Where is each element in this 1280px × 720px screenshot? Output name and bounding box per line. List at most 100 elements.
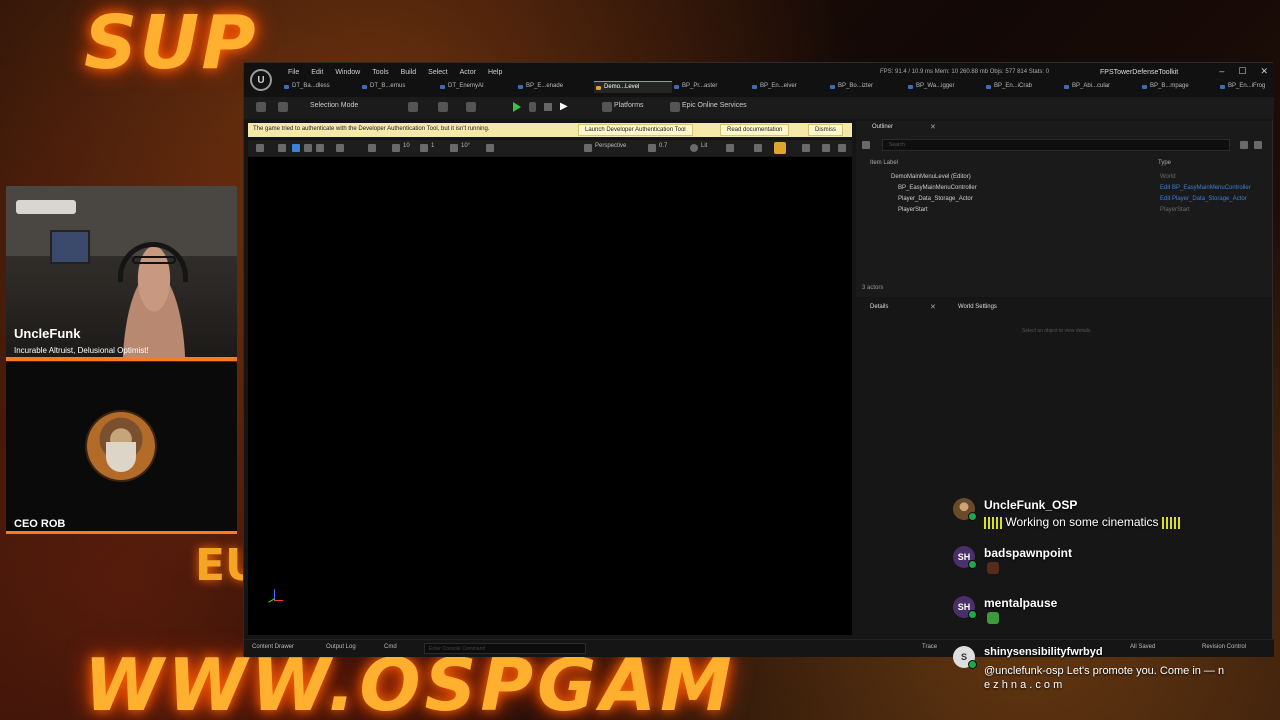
- tab-asset-active[interactable]: Demo...Level: [594, 81, 672, 93]
- minimize-button[interactable]: –: [1219, 66, 1224, 77]
- tab-asset[interactable]: BP_B...mpage: [1140, 81, 1218, 93]
- tab-asset[interactable]: BP_Wa...igger: [906, 81, 984, 93]
- menu-actor[interactable]: Actor: [454, 68, 482, 78]
- settings-gear-icon[interactable]: [802, 144, 810, 152]
- realtime-icon[interactable]: [754, 144, 762, 152]
- viewport-layout-icon[interactable]: [822, 144, 830, 152]
- rotation-snap-icon[interactable]: [420, 144, 428, 152]
- details-close-icon[interactable]: ✕: [930, 303, 936, 311]
- grid-snap-value[interactable]: 10: [403, 143, 410, 149]
- save-icon[interactable]: [256, 102, 266, 112]
- column-item-label[interactable]: Item Label: [870, 160, 898, 166]
- tab-asset[interactable]: BP_En...eiver: [750, 81, 828, 93]
- tab-asset[interactable]: BP_En...iFrog: [1218, 81, 1278, 93]
- menu-select[interactable]: Select: [422, 68, 453, 78]
- tab-asset[interactable]: BP_Bo...izter: [828, 81, 906, 93]
- highlighted-toggle-icon[interactable]: [774, 142, 786, 154]
- move-tool-icon[interactable]: [292, 144, 300, 152]
- tab-asset[interactable]: BP_Pr...aster: [672, 81, 750, 93]
- scale-tool-icon[interactable]: [316, 144, 324, 152]
- level-viewport[interactable]: [248, 157, 852, 635]
- add-filter-icon[interactable]: [1240, 141, 1248, 149]
- menu-bar: File Edit Window Tools Build Select Acto…: [282, 68, 508, 78]
- perspective-dropdown[interactable]: Perspective: [595, 143, 626, 149]
- online-services-icon[interactable]: [670, 102, 680, 112]
- revision-control-button[interactable]: Revision Control: [1202, 644, 1246, 650]
- world-space-icon[interactable]: [336, 144, 344, 152]
- content-drawer-button[interactable]: Content Drawer: [252, 644, 294, 650]
- maximize-button[interactable]: ☐: [1238, 66, 1246, 77]
- launch-auth-tool-button[interactable]: Launch Developer Authentication Tool: [578, 124, 693, 136]
- tab-asset[interactable]: DT_EnemyAI: [438, 81, 516, 93]
- trace-button[interactable]: Trace: [922, 644, 937, 650]
- menu-file[interactable]: File: [282, 68, 305, 78]
- tab-asset[interactable]: BP_Abi...cular: [1062, 81, 1140, 93]
- menu-edit[interactable]: Edit: [305, 68, 329, 78]
- online-services-dropdown[interactable]: Epic Online Services: [682, 102, 747, 109]
- emote-icon: [1161, 516, 1180, 529]
- grid-snap-icon[interactable]: [392, 144, 400, 152]
- details-tab[interactable]: Details: [870, 304, 888, 310]
- axis-gizmo-icon: [268, 589, 283, 603]
- tab-asset[interactable]: BP_En...iCrab: [984, 81, 1062, 93]
- dismiss-button[interactable]: Dismiss: [808, 124, 843, 136]
- scale-snap-icon[interactable]: [450, 144, 458, 152]
- all-saved-indicator[interactable]: All Saved: [1130, 644, 1155, 650]
- blueprint-icon[interactable]: [438, 102, 448, 112]
- rotation-snap-value[interactable]: 1: [431, 143, 434, 149]
- close-button[interactable]: ✕: [1260, 66, 1268, 77]
- show-flags-icon[interactable]: [726, 144, 734, 152]
- cinematics-icon[interactable]: [466, 102, 476, 112]
- platforms-icon[interactable]: [602, 102, 612, 112]
- outliner-close-icon[interactable]: ✕: [930, 123, 936, 131]
- selection-mode-dropdown[interactable]: Selection Mode: [310, 102, 358, 109]
- add-actor-icon[interactable]: [408, 102, 418, 112]
- outliner-row[interactable]: DemoMainMenuLevel (Editor) World: [856, 173, 1272, 184]
- world-settings-tab[interactable]: World Settings: [958, 304, 997, 310]
- surface-snap-icon[interactable]: [368, 144, 376, 152]
- view-mode-dropdown[interactable]: Lit: [701, 143, 707, 149]
- tab-asset[interactable]: DT_B...ernus: [360, 81, 438, 93]
- chat-username: UncleFunk_OSP: [984, 498, 1078, 512]
- outliner-row[interactable]: BP_EasyMainMenuController Edit BP_EasyMa…: [856, 184, 1272, 195]
- overlay-url-text: WWW.OSPGAM: [84, 643, 736, 720]
- menu-build[interactable]: Build: [395, 68, 423, 78]
- camera-speed-icon[interactable]: [486, 144, 494, 152]
- filter-icon[interactable]: [862, 141, 870, 149]
- select-tool-icon[interactable]: [278, 144, 286, 152]
- cmd-dropdown[interactable]: Cmd: [384, 644, 397, 650]
- step-icon[interactable]: [529, 102, 536, 112]
- unreal-logo-icon[interactable]: U: [250, 69, 272, 91]
- outliner-row[interactable]: Player_Data_Storage_Actor Edit Player_Da…: [856, 195, 1272, 206]
- chat-badge-icon: [968, 560, 977, 569]
- outliner-tab[interactable]: Outliner: [872, 124, 893, 130]
- tab-asset[interactable]: BP_E...enade: [516, 81, 594, 93]
- tab-asset[interactable]: DT_Ba...dless: [282, 81, 360, 93]
- menu-window[interactable]: Window: [329, 68, 366, 78]
- scale-snap-value[interactable]: 10°: [461, 143, 470, 149]
- outliner-search-input[interactable]: Search: [882, 139, 1230, 151]
- outliner-row-edit-link[interactable]: Edit Player_Data_Storage_Actor: [1160, 196, 1247, 202]
- viewport-menu-icon[interactable]: [256, 144, 264, 152]
- menu-tools[interactable]: Tools: [366, 68, 394, 78]
- play-icon[interactable]: [513, 102, 521, 112]
- read-documentation-button[interactable]: Read documentation: [720, 124, 790, 136]
- browse-icon[interactable]: [278, 102, 288, 112]
- maximize-viewport-icon[interactable]: [838, 144, 846, 152]
- performance-stats: FPS: 91.4 / 10.9 ms Mem: 10 260.88 mb Ob…: [880, 69, 1050, 75]
- console-command-input[interactable]: Enter Console Command: [424, 643, 586, 654]
- window-controls: – ☐ ✕: [1219, 66, 1268, 77]
- outliner-row-name: BP_EasyMainMenuController: [898, 185, 977, 191]
- webcam-main-name: UncleFunk: [14, 326, 81, 341]
- outliner-row-edit-link[interactable]: Edit BP_EasyMainMenuController: [1160, 185, 1251, 191]
- stop-icon[interactable]: [544, 103, 552, 111]
- column-type[interactable]: Type: [1158, 160, 1171, 166]
- output-log-button[interactable]: Output Log: [326, 644, 356, 650]
- rotate-tool-icon[interactable]: [304, 144, 312, 152]
- outliner-row[interactable]: PlayerStart PlayerStart: [856, 206, 1272, 217]
- menu-help[interactable]: Help: [482, 68, 508, 78]
- camera-speed-dropdown[interactable]: 0.7: [659, 143, 667, 149]
- outliner-row-type: World: [1160, 174, 1176, 180]
- outliner-settings-icon[interactable]: [1254, 141, 1262, 149]
- platforms-dropdown[interactable]: Platforms: [614, 102, 644, 109]
